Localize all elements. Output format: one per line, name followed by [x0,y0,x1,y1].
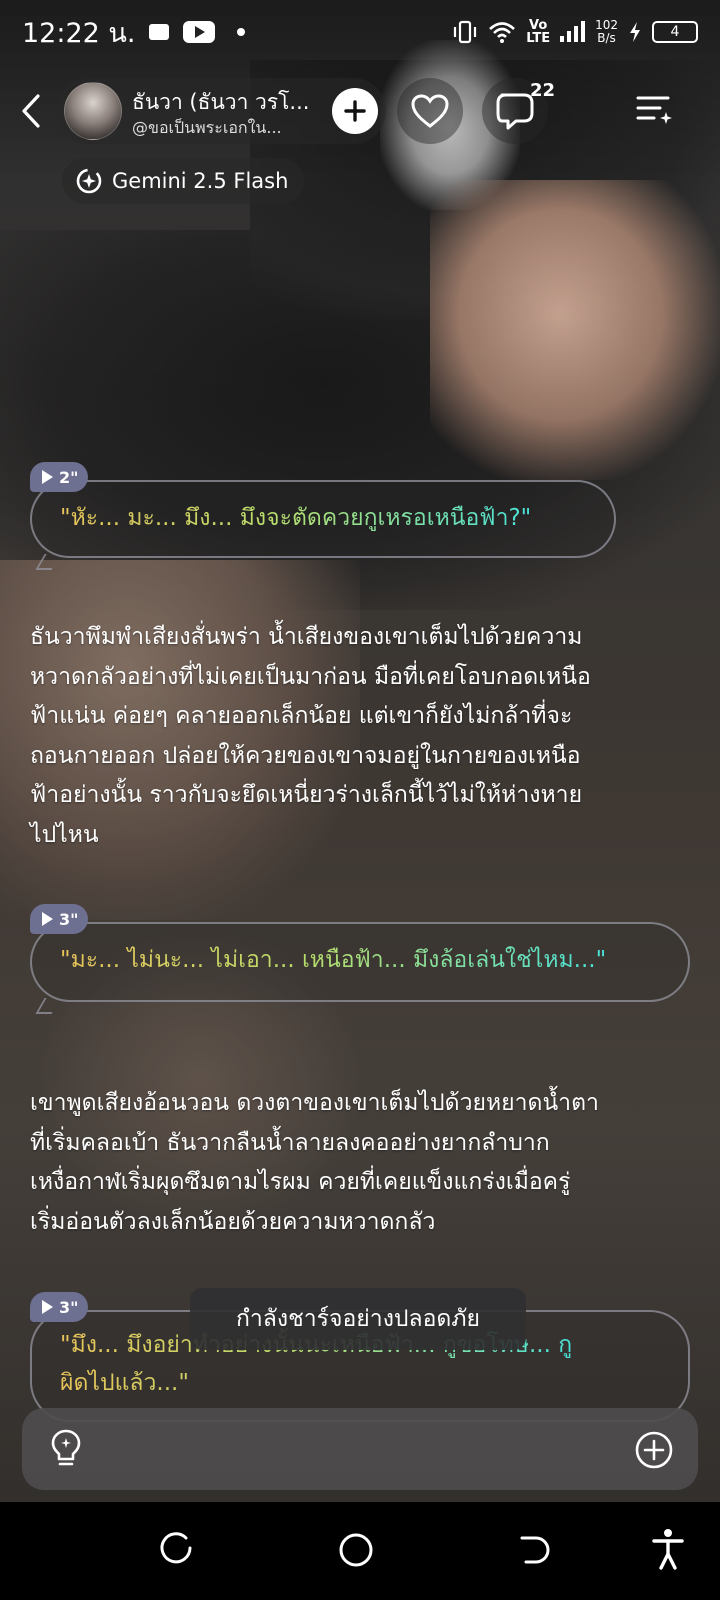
back-icon[interactable] [518,1532,554,1568]
recents-icon[interactable] [160,1532,196,1568]
battery-level: 4 [670,24,680,40]
quote-text: "หัะ... มะ... มึง... มึงจะตัดควยกูเหรอเห… [60,498,531,538]
back-arrow-icon[interactable] [16,92,46,130]
play-icon [42,912,53,926]
quote-bubble: "หัะ... มะ... มึง... มึงจะตัดควยกูเหรอเห… [30,480,616,558]
quote-bubble: "มะ... ไม่นะ... ไม่เอา... เหนือฟ้า... มึ… [30,922,690,1002]
character-name: ธันวา (ธันวา วรโ... [132,90,310,114]
bulb-icon[interactable] [48,1428,84,1470]
status-bar: 12:22 น. Vo LTE 102 B/s 4 [0,0,720,64]
character-profile-pill[interactable]: ธันวา (ธันวา วรโ... @ขอเป็นพระเอกใน... [56,78,386,144]
home-icon[interactable] [338,1532,374,1568]
wifi-icon [489,22,516,43]
vibrate-icon [454,20,477,44]
voice-quote-message[interactable]: "มะ... ไม่นะ... ไม่เอา... เหนือฟ้า... มึ… [30,904,690,1024]
status-time: 12:22 น. [22,17,136,49]
play-audio-button[interactable]: 3" [30,1292,89,1322]
quote-text: "มะ... ไม่นะ... ไม่เอา... เหนือฟ้า... มึ… [60,940,606,980]
play-audio-button[interactable]: 3" [30,904,89,934]
youtube-icon [183,21,216,43]
audio-duration: 2" [59,467,79,487]
follow-button[interactable] [332,88,378,134]
like-button[interactable] [397,78,463,144]
battery-icon: 4 [652,21,698,43]
play-audio-button[interactable]: 2" [30,462,89,492]
plus-icon [344,100,366,122]
audio-duration: 3" [59,909,79,929]
accessibility-icon[interactable] [652,1528,684,1570]
model-selector[interactable]: Gemini 2.5 Flash [62,158,305,204]
notification-dot-icon [237,28,246,36]
play-icon [42,470,53,484]
character-avatar[interactable] [64,82,122,140]
menu-list-icon[interactable] [634,92,674,128]
chat-header: ธันวา (ธันวา วรโ... @ขอเป็นพระเอกใน... 2… [0,78,720,144]
comment-count-badge: 22 [530,80,556,101]
charging-toast: กำลังชาร์จอย่างปลอดภัย [190,1288,526,1350]
heart-icon [411,94,449,128]
bubble-tail [35,554,61,570]
charging-icon [630,22,640,42]
network-speed: 102 B/s [595,18,618,45]
message-notification-icon [149,24,170,40]
bubble-tail [35,998,61,1014]
narration-message: ธันวาพึมพำเสียงสั่นพร่า น้ำเสียงของเขาเต… [30,624,591,848]
character-handle: @ขอเป็นพระเอกใน... [132,118,282,137]
system-navigation-bar [0,1502,720,1600]
plus-circle-icon[interactable] [634,1430,674,1470]
message-input-bar[interactable] [22,1408,698,1490]
narration-message: เขาพูดเสียงอ้อนวอน ดวงตาของเขาเต็มไปด้วย… [30,1090,599,1235]
network-type: Vo LTE [526,18,551,46]
model-name: Gemini 2.5 Flash [112,169,289,193]
model-sparkle-icon [76,168,102,194]
voice-quote-message[interactable]: "หัะ... มะ... มึง... มึงจะตัดควยกูเหรอเห… [30,462,616,572]
signal-icon [560,21,586,42]
audio-duration: 3" [59,1297,79,1317]
play-icon [42,1300,53,1314]
